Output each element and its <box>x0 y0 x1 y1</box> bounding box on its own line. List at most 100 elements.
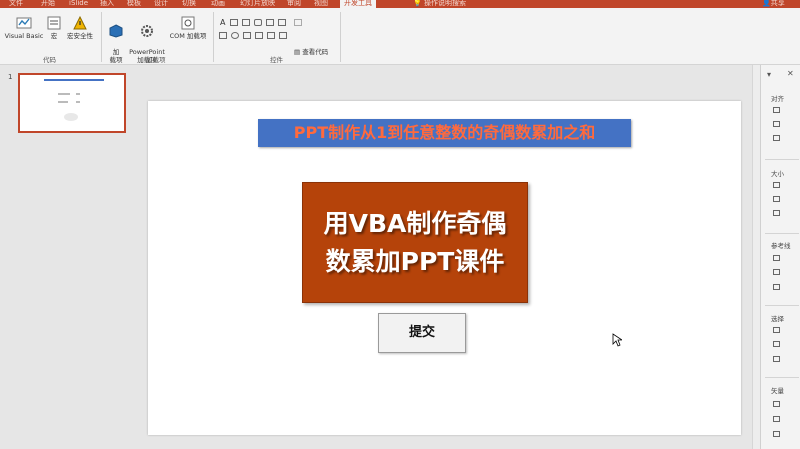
tab-developer[interactable]: 开发工具 <box>340 0 376 8</box>
thumbnail-text <box>76 93 80 95</box>
addin-cube-icon <box>109 24 123 38</box>
visual-basic-button[interactable]: Visual Basic <box>4 16 44 40</box>
mouse-cursor-icon <box>612 333 622 347</box>
tab-file[interactable]: 文件 <box>9 0 23 8</box>
controls-group-label: 控件 <box>270 56 283 64</box>
select-all-icon[interactable] <box>773 327 780 333</box>
combobox-control-icon[interactable] <box>278 19 286 26</box>
tell-me-search[interactable]: 操作说明搜索 <box>424 0 466 8</box>
group-separator <box>101 12 102 62</box>
pane-options-icon[interactable]: ▾ <box>767 70 771 79</box>
addins-label: 加 载项 <box>109 48 123 64</box>
ribbon-tab-bar: 文件 开始 iSlide 插入 模板 设计 切换 动画 幻灯片放映 审阅 视图 … <box>0 0 800 8</box>
guide-grid-icon[interactable] <box>773 284 780 290</box>
pane-close-icon[interactable]: ✕ <box>787 69 794 78</box>
vba-title-line-2: 数累加PPT课件 <box>325 246 505 276</box>
ribbon: Visual Basic 宏 宏安全性 代码 加 载项 PowerPoint 加… <box>0 8 800 65</box>
warning-icon <box>73 16 87 30</box>
guide-v-icon[interactable] <box>773 269 780 275</box>
size-section-label: 大小 <box>771 170 784 178</box>
macros-icon <box>47 16 61 30</box>
macros-label: 宏 <box>50 32 58 40</box>
select-invert-icon[interactable] <box>773 356 780 362</box>
vba-title-box[interactable]: 用VBA制作奇偶 数累加PPT课件 <box>302 182 528 303</box>
lock-ratio-icon[interactable] <box>773 210 780 216</box>
width-icon[interactable] <box>773 182 780 188</box>
vba-title-line-1: 用VBA制作奇偶 <box>323 208 507 238</box>
listbox-control-icon[interactable] <box>266 19 274 26</box>
align-center-icon[interactable] <box>773 121 780 127</box>
tab-insert[interactable]: 插入 <box>100 0 114 8</box>
slide-canvas[interactable]: PPT制作从1到任意整数的奇偶数累加之和 用VBA制作奇偶 数累加PPT课件 提… <box>148 101 741 435</box>
label-control-icon[interactable]: A <box>220 18 225 27</box>
tab-view[interactable]: 视图 <box>314 0 328 8</box>
com-addins-button[interactable]: COM 加载项 <box>168 16 208 40</box>
lightbulb-icon: 💡 <box>413 0 422 7</box>
pane-separator <box>765 305 799 306</box>
textbox-control-icon[interactable] <box>230 19 238 26</box>
thumbnail-title-bar <box>44 79 104 81</box>
view-code-button[interactable]: ▤ 查看代码 <box>294 46 328 56</box>
view-code-label: 查看代码 <box>302 48 329 56</box>
tab-transitions[interactable]: 切换 <box>182 0 196 8</box>
align-left-icon[interactable] <box>773 107 780 113</box>
group-separator <box>340 12 341 62</box>
slide-thumbnail[interactable] <box>18 73 126 133</box>
tab-template[interactable]: 模板 <box>127 0 141 8</box>
share-button[interactable]: 👤共享 <box>762 0 785 8</box>
properties-icon[interactable] <box>294 19 302 26</box>
view-code-icon: ▤ <box>294 48 301 56</box>
group-separator <box>213 12 214 62</box>
align-section-label: 对齐 <box>771 95 784 103</box>
guides-section-label: 参考线 <box>771 242 791 250</box>
spin-control-icon[interactable] <box>267 32 275 39</box>
command-control-icon[interactable] <box>254 19 262 26</box>
tab-design[interactable]: 设计 <box>154 0 168 8</box>
image-control-icon[interactable] <box>243 32 251 39</box>
vector-subtract-icon[interactable] <box>773 416 780 422</box>
code-group-label: 代码 <box>43 56 56 64</box>
pane-separator <box>765 159 799 160</box>
addins-group-label: 加载项 <box>146 56 166 64</box>
visual-basic-icon <box>16 17 32 29</box>
align-right-icon[interactable] <box>773 135 780 141</box>
pane-separator <box>765 377 799 378</box>
slide-thumbnail-pane: 1 <box>0 65 140 449</box>
button-control-icon[interactable] <box>242 19 250 26</box>
gear-icon <box>141 25 153 37</box>
slide-title[interactable]: PPT制作从1到任意整数的奇偶数累加之和 <box>258 119 631 147</box>
addins-button[interactable]: 加 载项 <box>106 16 126 64</box>
thumbnail-text <box>58 93 70 95</box>
more-controls-icon[interactable] <box>279 32 287 39</box>
share-label: 共享 <box>770 0 785 7</box>
user-icon: 👤 <box>762 0 771 7</box>
vector-intersect-icon[interactable] <box>773 431 780 437</box>
format-side-pane: ▾ ✕ 对齐 大小 参考线 选择 矢量 <box>760 65 800 449</box>
submit-button[interactable]: 提交 <box>378 313 466 353</box>
macros-button[interactable]: 宏 <box>47 16 61 40</box>
tab-islide[interactable]: iSlide <box>69 0 88 8</box>
tab-slideshow[interactable]: 幻灯片放映 <box>240 0 275 8</box>
slide-number: 1 <box>8 73 13 81</box>
pane-separator <box>765 233 799 234</box>
macro-security-label: 宏安全性 <box>67 32 93 40</box>
tab-animations[interactable]: 动画 <box>211 0 225 8</box>
checkbox-control-icon[interactable] <box>219 32 227 39</box>
vector-section-label: 矢量 <box>771 387 784 395</box>
tab-home[interactable]: 开始 <box>41 0 55 8</box>
com-addins-label: COM 加载项 <box>169 32 207 40</box>
vector-merge-icon[interactable] <box>773 401 780 407</box>
com-addins-icon <box>181 16 195 30</box>
scrollbar-control-icon[interactable] <box>255 32 263 39</box>
tab-review[interactable]: 审阅 <box>287 0 301 8</box>
select-same-icon[interactable] <box>773 341 780 347</box>
thumbnail-text <box>76 101 80 103</box>
visual-basic-label: Visual Basic <box>4 32 44 40</box>
select-section-label: 选择 <box>771 315 784 323</box>
guide-h-icon[interactable] <box>773 255 780 261</box>
height-icon[interactable] <box>773 196 780 202</box>
thumbnail-text <box>58 101 68 103</box>
thumbnail-button <box>64 113 78 121</box>
radio-control-icon[interactable] <box>231 32 239 39</box>
macro-security-button[interactable]: 宏安全性 <box>64 16 96 40</box>
